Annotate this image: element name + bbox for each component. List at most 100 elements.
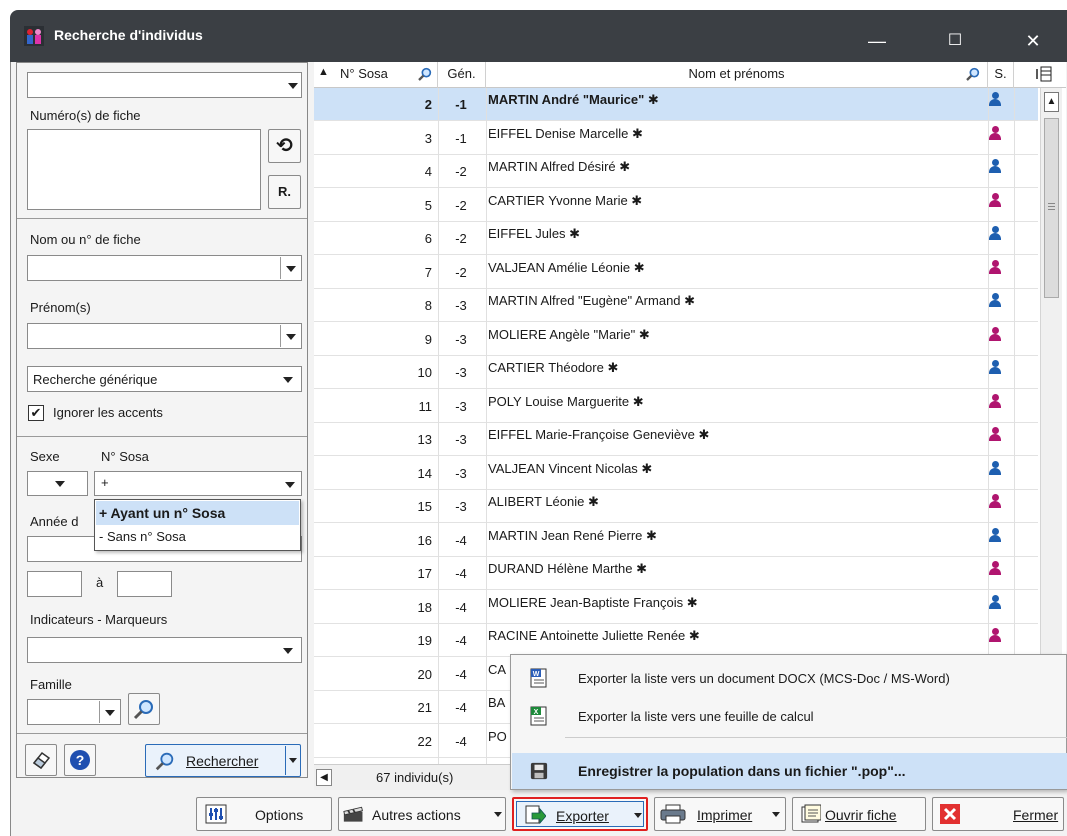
name-cell: PO (488, 729, 507, 744)
famille-search-button[interactable] (128, 693, 160, 725)
table-row[interactable]: 2 -1 MARTIN André "Maurice" ✱ (314, 88, 1038, 121)
divider (486, 88, 487, 764)
sosa-cell: 9 (424, 332, 432, 347)
criteria-top-combo[interactable] (27, 72, 302, 98)
table-row[interactable]: 18 -4 MOLIERE Jean-Baptiste François ✱ (314, 591, 1038, 624)
table-row[interactable]: 3 -1 EIFFEL Denise Marcelle ✱ (314, 122, 1038, 155)
table-row[interactable]: 9 -3 MOLIERE Angèle "Marie" ✱ (314, 323, 1038, 356)
divider (285, 746, 286, 775)
sosa-select[interactable]: + (94, 471, 302, 496)
table-row[interactable]: 7 -2 VALJEAN Amélie Léonie ✱ (314, 256, 1038, 289)
table-row[interactable]: 10 -3 CARTIER Théodore ✱ (314, 356, 1038, 389)
generation-cell: -4 (455, 700, 467, 715)
name-cell: VALJEAN Amélie Léonie ✱ (488, 260, 645, 275)
indicateurs-select[interactable] (27, 637, 302, 663)
generation-cell: -4 (455, 734, 467, 749)
male-icon (982, 92, 1008, 109)
table-row[interactable]: 17 -4 DURAND Hélène Marthe ✱ (314, 557, 1038, 590)
table-row[interactable]: 15 -3 ALIBERT Léonie ✱ (314, 490, 1038, 523)
col-gen-header[interactable]: Gén. (438, 62, 486, 88)
table-row[interactable]: 19 -4 RACINE Antoinette Juliette Renée ✱ (314, 624, 1038, 657)
exporter-button[interactable]: Exporter (512, 797, 648, 831)
result-count: 67 individu(s) (376, 770, 454, 785)
sosa-cell: 17 (417, 566, 432, 581)
table-row[interactable]: 13 -3 EIFFEL Marie-Françoise Geneviève ✱ (314, 423, 1038, 456)
famille-combo[interactable] (27, 699, 121, 725)
table-row[interactable]: 14 -3 VALJEAN Vincent Nicolas ✱ (314, 457, 1038, 490)
table-row[interactable]: 16 -4 MARTIN Jean René Pierre ✱ (314, 524, 1038, 557)
scrollbar-thumb[interactable] (1044, 118, 1059, 298)
nom-combo[interactable] (27, 255, 302, 281)
options-sliders-icon (205, 804, 227, 824)
sosa-cell: 7 (424, 265, 432, 280)
name-cell: MARTIN Jean René Pierre ✱ (488, 528, 657, 543)
nom-label: Nom ou n° de fiche (30, 232, 141, 247)
chevron-down-icon[interactable] (289, 758, 297, 763)
col-name-header[interactable]: Nom et prénoms (486, 62, 988, 88)
chevron-down-icon[interactable] (105, 710, 115, 716)
refresh-icon[interactable]: ⟲ (268, 129, 301, 163)
ouvrir-fiche-button[interactable]: Ouvrir fiche (792, 797, 926, 831)
sosa-cell: 8 (424, 298, 432, 313)
dropdown-option-with-sosa[interactable]: + Ayant un n° Sosa (96, 501, 299, 525)
search-mode-value: Recherche générique (33, 372, 158, 387)
exporter-label: Exporter (556, 808, 609, 824)
r-button[interactable]: R. (268, 175, 301, 209)
chevron-down-icon[interactable] (286, 266, 296, 272)
male-icon (982, 293, 1008, 310)
export-spreadsheet-label: Exporter la liste vers une feuille de ca… (578, 709, 814, 724)
col-sosa-header[interactable]: ▲ N° Sosa (314, 62, 438, 88)
annee-label: Année d (30, 514, 79, 529)
female-icon (982, 260, 1008, 277)
export-menu: W Exporter la liste vers un document DOC… (510, 654, 1067, 790)
svg-text:X: X (534, 709, 539, 716)
chevron-down-icon[interactable] (286, 334, 296, 340)
imprimer-button[interactable]: Imprimer (654, 797, 786, 831)
table-row[interactable]: 11 -3 POLY Louise Marguerite ✱ (314, 390, 1038, 423)
export-spreadsheet-item[interactable]: X Exporter la liste vers une feuille de … (512, 699, 1067, 733)
sosa-cell: 20 (417, 667, 432, 682)
options-button[interactable]: Options (196, 797, 332, 831)
scroll-left-icon[interactable]: ◀ (316, 769, 332, 786)
autres-actions-button[interactable]: Autres actions (338, 797, 506, 831)
close-button[interactable]: ✕ (1010, 20, 1056, 62)
generation-cell: -4 (455, 633, 467, 648)
sosa-cell: 16 (417, 533, 432, 548)
col-options-header[interactable] (1014, 62, 1066, 88)
table-row[interactable]: 8 -3 MARTIN Alfred "Eugène" Armand ✱ (314, 289, 1038, 322)
svg-text:W: W (533, 671, 540, 678)
help-button[interactable]: ? (64, 744, 96, 776)
ignore-accents-checkbox[interactable]: ✔ (28, 405, 44, 421)
female-icon (982, 327, 1008, 344)
generation-cell: -3 (455, 432, 467, 447)
eraser-button[interactable] (25, 744, 57, 776)
scroll-up-icon[interactable]: ▲ (1044, 92, 1059, 112)
fiche-numbers-input[interactable] (27, 129, 261, 210)
col-sex-header[interactable]: S. (988, 62, 1014, 88)
divider (17, 733, 307, 734)
minimize-button[interactable]: — (854, 20, 900, 62)
prenom-combo[interactable] (27, 323, 302, 349)
maximize-button[interactable]: ☐ (932, 20, 978, 62)
name-cell: POLY Louise Marguerite ✱ (488, 394, 644, 409)
male-icon (982, 226, 1008, 243)
save-population-item[interactable]: Enregistrer la population dans un fichie… (512, 753, 1067, 789)
rechercher-button[interactable]: Rechercher (145, 744, 301, 777)
search-mode-select[interactable]: Recherche générique (27, 366, 302, 392)
year-from-input[interactable] (27, 571, 82, 597)
generation-cell: -2 (455, 164, 467, 179)
chevron-down-icon (285, 482, 295, 488)
year-to-input[interactable] (117, 571, 172, 597)
generation-cell: -4 (455, 600, 467, 615)
dropdown-option-without-sosa[interactable]: - Sans n° Sosa (96, 525, 299, 549)
table-row[interactable]: 6 -2 EIFFEL Jules ✱ (314, 222, 1038, 255)
ignore-accents-label: Ignorer les accents (53, 405, 163, 420)
window-titlebar[interactable]: Recherche d'individus — ☐ ✕ (10, 10, 1067, 62)
table-row[interactable]: 4 -2 MARTIN Alfred Désiré ✱ (314, 155, 1038, 188)
fermer-button[interactable]: Fermer (932, 797, 1064, 831)
svg-text:?: ? (76, 752, 85, 768)
export-docx-item[interactable]: W Exporter la liste vers un document DOC… (512, 661, 1067, 695)
sexe-select[interactable] (27, 471, 88, 496)
clapperboard-icon (343, 806, 363, 822)
table-row[interactable]: 5 -2 CARTIER Yvonne Marie ✱ (314, 189, 1038, 222)
